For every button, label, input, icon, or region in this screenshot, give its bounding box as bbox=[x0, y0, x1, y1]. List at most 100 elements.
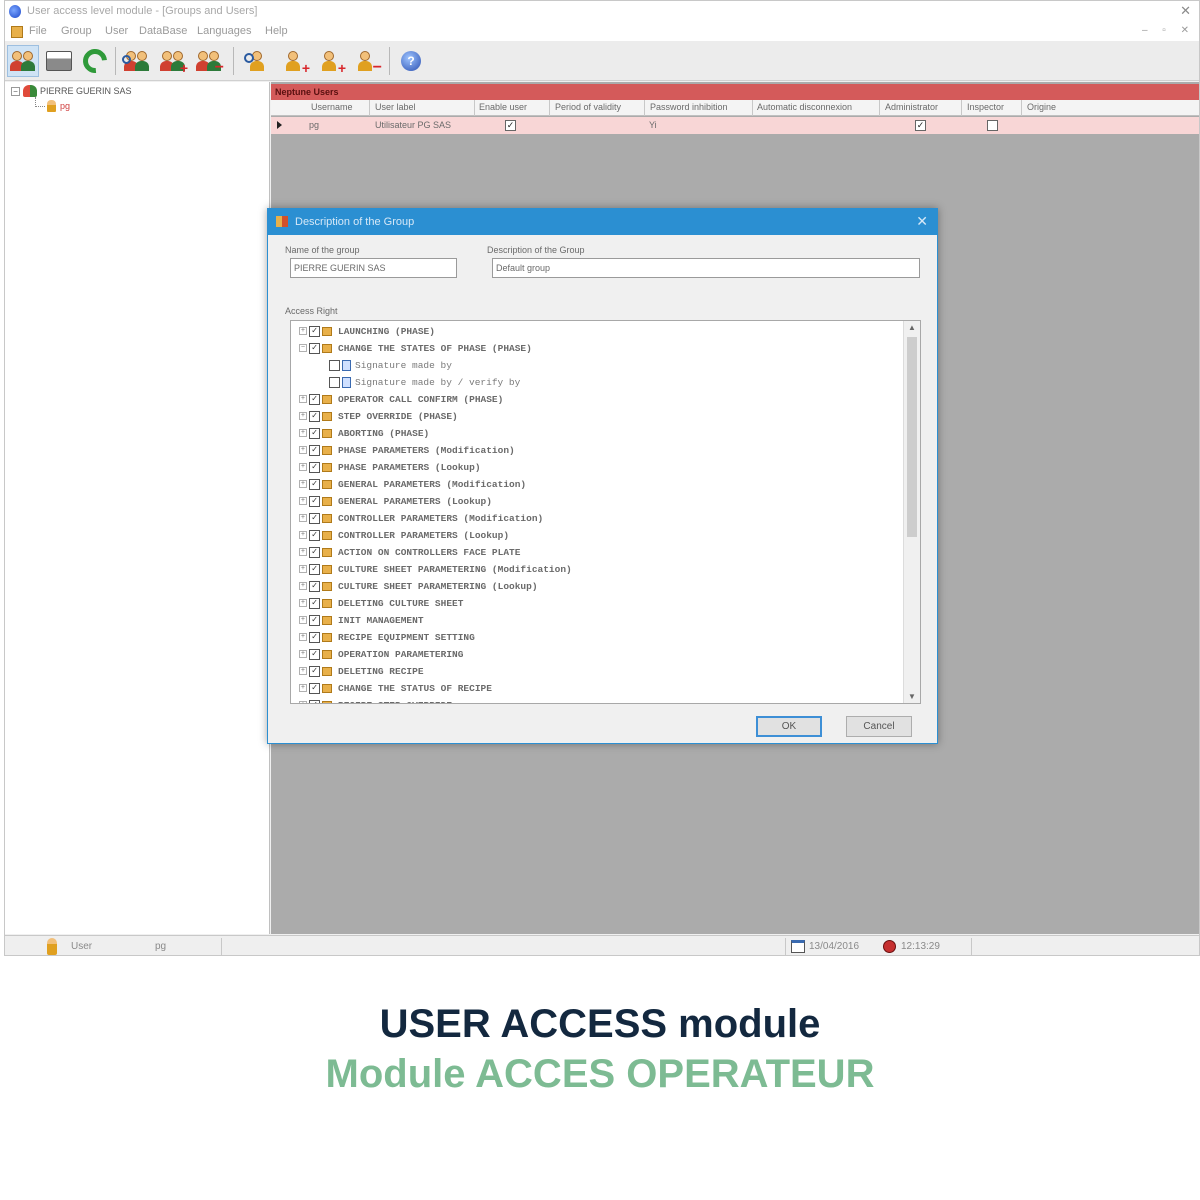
delete-group-button[interactable]: − bbox=[193, 45, 225, 77]
access-right-item[interactable]: + ✓ CHANGE THE STATUS OF RECIPE bbox=[299, 680, 492, 696]
expand-icon[interactable]: + bbox=[299, 548, 307, 556]
expand-icon[interactable]: + bbox=[299, 650, 307, 658]
search-group-button[interactable] bbox=[121, 45, 153, 77]
access-right-item[interactable]: + ✓ OPERATOR CALL CONFIRM (PHASE) bbox=[299, 391, 503, 407]
access-right-item[interactable]: + ✓ LAUNCHING (PHASE) bbox=[299, 323, 435, 339]
access-right-item[interactable]: + ✓ ACTION ON CONTROLLERS FACE PLATE bbox=[299, 544, 520, 560]
cell-inspector-checkbox[interactable] bbox=[987, 120, 998, 131]
access-right-item[interactable]: + ✓ DELETING RECIPE bbox=[299, 663, 424, 679]
collapse-icon[interactable]: − bbox=[11, 86, 20, 96]
col-username[interactable]: Username bbox=[311, 102, 353, 112]
add-user-button[interactable]: + bbox=[279, 45, 311, 77]
access-right-checkbox[interactable]: ✓ bbox=[309, 546, 320, 558]
access-right-checkbox[interactable]: ✓ bbox=[309, 410, 320, 422]
access-right-item[interactable]: +✓ RECIPE STEP OVERRIDE bbox=[299, 697, 452, 703]
rights-scrollbar[interactable]: ▲ ▼ bbox=[903, 321, 920, 703]
expand-icon[interactable]: + bbox=[299, 395, 307, 403]
expand-icon[interactable]: + bbox=[299, 429, 307, 437]
access-right-item[interactable]: + ✓ INIT MANAGEMENT bbox=[299, 612, 424, 628]
access-right-item[interactable]: − ✓ CHANGE THE STATES OF PHASE (PHASE) bbox=[299, 340, 532, 356]
cell-administrator-checkbox[interactable]: ✓ bbox=[915, 120, 926, 131]
group-name-input[interactable]: PIERRE GUERIN SAS bbox=[290, 258, 457, 278]
expand-icon[interactable]: + bbox=[299, 582, 307, 590]
access-right-checkbox[interactable]: ✓ bbox=[309, 342, 320, 354]
col-administrator[interactable]: Administrator bbox=[885, 102, 938, 112]
access-right-item[interactable]: + ✓ CULTURE SHEET PARAMETERING (Lookup) bbox=[299, 578, 538, 594]
expand-icon[interactable]: + bbox=[299, 684, 307, 692]
access-right-checkbox[interactable]: ✓ bbox=[309, 665, 320, 677]
group-desc-input[interactable]: Default group bbox=[492, 258, 920, 278]
access-right-checkbox[interactable]: ✓ bbox=[309, 444, 320, 456]
print-button[interactable] bbox=[43, 45, 75, 77]
table-row[interactable]: pg Utilisateur PG SAS ✓ Yi ✓ bbox=[271, 117, 1199, 134]
add-user-alt-button[interactable]: + bbox=[315, 45, 347, 77]
scroll-thumb[interactable] bbox=[907, 337, 917, 537]
expand-icon[interactable]: + bbox=[299, 412, 307, 420]
ok-button[interactable]: OK bbox=[756, 716, 822, 737]
access-right-checkbox[interactable]: ✓ bbox=[309, 699, 320, 703]
expand-icon[interactable]: + bbox=[299, 616, 307, 624]
access-right-checkbox[interactable]: ✓ bbox=[309, 512, 320, 524]
search-user-button[interactable] bbox=[241, 45, 273, 77]
expand-icon[interactable]: + bbox=[299, 514, 307, 522]
expand-icon[interactable]: + bbox=[299, 667, 307, 675]
expand-icon[interactable]: + bbox=[299, 446, 307, 454]
access-right-checkbox[interactable]: ✓ bbox=[309, 682, 320, 694]
access-right-checkbox[interactable]: ✓ bbox=[309, 461, 320, 473]
access-right-checkbox[interactable]: ✓ bbox=[309, 529, 320, 541]
access-right-checkbox[interactable]: ✓ bbox=[309, 631, 320, 643]
access-right-checkbox[interactable]: ✓ bbox=[309, 325, 320, 337]
menu-languages[interactable]: Languages bbox=[197, 25, 251, 37]
col-auto-disconnexion[interactable]: Automatic disconnexion bbox=[757, 102, 852, 112]
menu-group[interactable]: Group bbox=[61, 25, 92, 37]
access-right-checkbox[interactable] bbox=[329, 376, 340, 388]
groups-users-button[interactable] bbox=[7, 45, 39, 77]
access-right-checkbox[interactable]: ✓ bbox=[309, 580, 320, 592]
expand-icon[interactable]: + bbox=[299, 565, 307, 573]
access-right-checkbox[interactable]: ✓ bbox=[309, 478, 320, 490]
expand-icon[interactable]: + bbox=[299, 531, 307, 539]
access-right-item[interactable]: + ✓ RECIPE EQUIPMENT SETTING bbox=[299, 629, 475, 645]
expand-icon[interactable]: + bbox=[299, 480, 307, 488]
scroll-down-icon[interactable]: ▼ bbox=[908, 692, 916, 701]
col-user-label[interactable]: User label bbox=[375, 102, 416, 112]
access-right-item[interactable]: + ✓ CULTURE SHEET PARAMETERING (Modificati… bbox=[299, 561, 572, 577]
access-right-checkbox[interactable]: ✓ bbox=[309, 597, 320, 609]
expand-icon[interactable]: + bbox=[299, 497, 307, 505]
dialog-close-icon[interactable]: ✕ bbox=[916, 213, 928, 230]
help-button[interactable]: ? bbox=[395, 45, 427, 77]
col-enable-user[interactable]: Enable user bbox=[479, 102, 527, 112]
access-right-item[interactable]: + ✓ CONTROLLER PARAMETERS (Lookup) bbox=[299, 527, 509, 543]
access-right-checkbox[interactable]: ✓ bbox=[309, 427, 320, 439]
access-right-item[interactable]: + ✓ DELETING CULTURE SHEET bbox=[299, 595, 463, 611]
menu-help[interactable]: Help bbox=[265, 25, 288, 37]
collapse-icon[interactable]: − bbox=[299, 344, 307, 352]
close-icon[interactable]: ✕ bbox=[1180, 3, 1191, 19]
menu-user[interactable]: User bbox=[105, 25, 128, 37]
menu-database[interactable]: DataBase bbox=[139, 25, 187, 37]
access-right-item[interactable]: Signature made by / verify by bbox=[329, 374, 520, 390]
access-right-checkbox[interactable]: ✓ bbox=[309, 614, 320, 626]
expand-icon[interactable]: + bbox=[299, 633, 307, 641]
cancel-button[interactable]: Cancel bbox=[846, 716, 912, 737]
access-right-checkbox[interactable] bbox=[329, 359, 340, 371]
access-right-item[interactable]: + ✓ GENERAL PARAMETERS (Lookup) bbox=[299, 493, 492, 509]
tree-user-node[interactable]: pg bbox=[47, 100, 70, 112]
expand-icon[interactable]: + bbox=[299, 327, 307, 335]
access-right-checkbox[interactable]: ✓ bbox=[309, 563, 320, 575]
col-inspector[interactable]: Inspector bbox=[967, 102, 1004, 112]
tree-group-node[interactable]: − PIERRE GUERIN SAS bbox=[11, 85, 132, 97]
access-right-item[interactable]: + ✓ GENERAL PARAMETERS (Modification) bbox=[299, 476, 526, 492]
col-period-validity[interactable]: Period of validity bbox=[555, 102, 621, 112]
access-right-item[interactable]: + ✓ CONTROLLER PARAMETERS (Modification) bbox=[299, 510, 543, 526]
access-right-item[interactable]: Signature made by bbox=[329, 357, 452, 373]
access-rights-tree[interactable]: + ✓ LAUNCHING (PHASE) − ✓ CHANGE THE STATES O… bbox=[290, 320, 921, 704]
access-right-item[interactable]: + ✓ OPERATION PARAMETERING bbox=[299, 646, 463, 662]
add-group-button[interactable]: + bbox=[157, 45, 189, 77]
access-right-checkbox[interactable]: ✓ bbox=[309, 495, 320, 507]
delete-user-button[interactable]: − bbox=[351, 45, 383, 77]
access-right-checkbox[interactable]: ✓ bbox=[309, 648, 320, 660]
access-right-checkbox[interactable]: ✓ bbox=[309, 393, 320, 405]
access-right-item[interactable]: + ✓ ABORTING (PHASE) bbox=[299, 425, 429, 441]
col-password-inhibition[interactable]: Password inhibition bbox=[650, 102, 728, 112]
